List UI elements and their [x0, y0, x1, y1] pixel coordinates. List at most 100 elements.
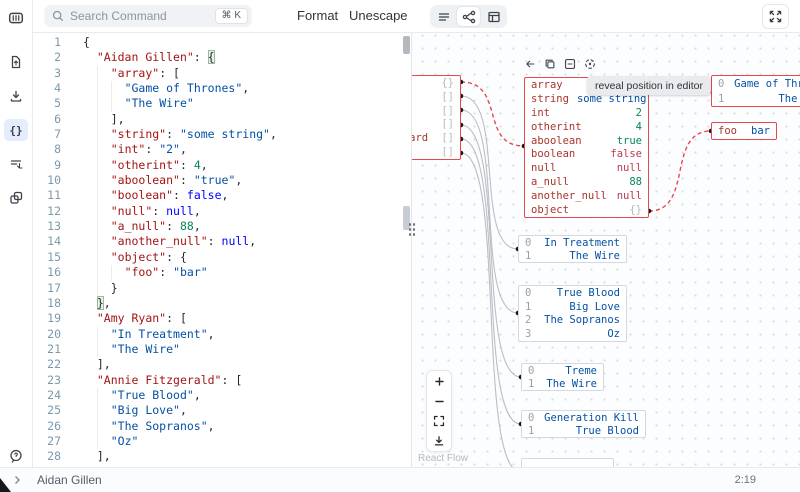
code-line: 28 ], — [33, 449, 411, 464]
app-logo-icon — [4, 7, 28, 29]
code-line: 12 "null": null, — [33, 204, 411, 219]
download-image-button[interactable] — [427, 431, 451, 451]
line-number: 3 — [33, 66, 67, 81]
line-number: 1 — [33, 35, 67, 50]
left-sidebar: {} — [0, 0, 33, 467]
graph-node-row: Alice Farmer[] — [412, 145, 460, 159]
line-number: 20 — [33, 327, 67, 342]
line-number: 11 — [33, 188, 67, 203]
code-line: 4 "Game of Thrones", — [33, 81, 411, 96]
line-number: 5 — [33, 96, 67, 111]
node-tooltip: reveal position in editor — [587, 76, 711, 95]
cursor-position: 2:19 — [735, 474, 756, 486]
zoom-out-button[interactable] — [427, 391, 451, 411]
breadcrumb-chevron-icon[interactable] — [12, 475, 22, 485]
line-number: 26 — [33, 419, 67, 434]
line-number: 12 — [33, 204, 67, 219]
line-number: 13 — [33, 219, 67, 234]
code-line: 20 "In Treatment", — [33, 327, 411, 342]
graph-node-anwan-glover[interactable]: 0Treme1The Wire — [521, 363, 604, 391]
graph-node-row: Aidan Gillen{} — [412, 76, 460, 90]
status-bar: Aidan Gillen 2:19 — [0, 467, 800, 492]
focus-icon[interactable] — [584, 58, 596, 70]
zoom-in-button[interactable] — [427, 371, 451, 391]
code-line: 8 "int": "2", — [33, 142, 411, 157]
line-number: 19 — [33, 311, 67, 326]
graph-node-row: nullnull — [525, 161, 648, 175]
transform-icon[interactable] — [4, 153, 28, 175]
table-view-tab[interactable] — [482, 7, 505, 26]
graph-node-aidan-array[interactable]: 0Game of Thrones1The Wire — [711, 75, 800, 107]
graph-node-alexander-skarsgard[interactable]: 0Generation Kill1True Blood — [521, 410, 646, 438]
graph-node-annie-fitzgerald[interactable]: 0True Blood1Big Love2The Sopranos3Oz — [518, 285, 627, 342]
duplicate-icon[interactable] — [544, 58, 556, 70]
graph-node-row: 1The Wire — [522, 377, 603, 390]
code-line: 9 "otherint": 4, — [33, 158, 411, 173]
line-number: 16 — [33, 265, 67, 280]
json-editor-icon[interactable]: {} — [4, 119, 28, 141]
mouse-cursor-artifact — [0, 478, 11, 492]
graph-node-row: 3Oz — [519, 327, 626, 341]
graph-node-aidan-object[interactable]: foobar — [711, 122, 777, 140]
line-number: 25 — [33, 403, 67, 418]
code-line: 27 "Oz" — [33, 434, 411, 449]
graph-node-row: foobar — [712, 123, 776, 139]
fullscreen-button[interactable] — [762, 4, 789, 29]
line-number: 24 — [33, 388, 67, 403]
graph-node-row: Alexander Skarsgard[] — [412, 131, 460, 145]
code-line: 10 "aboolean": "true", — [33, 173, 411, 188]
line-number: 28 — [33, 449, 67, 464]
breadcrumb[interactable]: Aidan Gillen — [37, 473, 102, 487]
search-command-bar[interactable]: ⌘ K — [44, 5, 252, 27]
graph-node-row: a_null88 — [525, 175, 648, 189]
code-line: 14 "another_null": null, — [33, 234, 411, 249]
import-file-icon[interactable] — [4, 51, 28, 73]
graph-node-row: Annie Fitzgerald[] — [412, 104, 460, 118]
list-view-tab[interactable] — [432, 7, 455, 26]
code-line: 1{ — [33, 35, 411, 50]
line-number: 18 — [33, 296, 67, 311]
search-input[interactable] — [64, 9, 215, 23]
line-number: 8 — [33, 142, 67, 157]
graph-node-row: 1The Wire — [519, 249, 626, 262]
node-overview-icon[interactable] — [4, 187, 28, 209]
help-icon[interactable] — [4, 445, 28, 467]
collapse-icon[interactable] — [564, 58, 576, 70]
graph-node-row: 1The Wire — [712, 91, 800, 106]
line-number: 23 — [33, 373, 67, 388]
graph-node-alice-farmer[interactable]: 0The Corner — [521, 458, 614, 467]
code-line: 18 }, — [33, 296, 411, 311]
top-toolbar: ⌘ K Format Unescape — [33, 0, 800, 33]
search-icon — [52, 10, 64, 22]
graph-pane[interactable]: Aidan Gillen{}Amy Ryan[]Annie Fitzgerald… — [412, 33, 800, 467]
download-icon[interactable] — [4, 85, 28, 107]
format-button[interactable]: Format — [297, 8, 338, 23]
code-line: 5 "The Wire" — [33, 96, 411, 111]
graph-node-row: abooleantrue — [525, 134, 648, 148]
code-line: 22 ], — [33, 357, 411, 372]
graph-node-row: 1True Blood — [522, 424, 645, 437]
node-toolbar — [524, 58, 596, 70]
graph-node-root[interactable]: Aidan Gillen{}Amy Ryan[]Annie Fitzgerald… — [412, 75, 461, 160]
graph-node-row: 0True Blood — [519, 286, 626, 300]
unescape-button[interactable]: Unescape — [349, 8, 408, 23]
search-shortcut-badge: ⌘ K — [215, 8, 248, 24]
graph-node-row: 1Big Love — [519, 300, 626, 314]
editor-scrollbar-thumb[interactable] — [403, 36, 410, 54]
graph-node-row: another_nullnull — [525, 189, 648, 203]
graph-node-row: Anwan Glover[] — [412, 117, 460, 131]
line-number: 17 — [33, 281, 67, 296]
graph-view-tab[interactable] — [457, 7, 480, 26]
code-line: 23 "Annie Fitzgerald": [ — [33, 373, 411, 388]
line-number: 2 — [33, 50, 67, 65]
graph-node-amy-ryan[interactable]: 0In Treatment1The Wire — [518, 235, 627, 263]
code-line: 25 "Big Love", — [33, 403, 411, 418]
fit-view-button[interactable] — [427, 411, 451, 431]
graph-zoom-controls — [426, 370, 452, 452]
back-arrow-icon[interactable] — [524, 58, 536, 70]
code-area[interactable]: 1{2 "Aidan Gillen": {3 "array": [4 "Game… — [33, 33, 411, 467]
pane-resize-handle[interactable] — [408, 222, 416, 236]
reactflow-attribution: React Flow — [418, 453, 468, 464]
graph-node-row: booleanfalse — [525, 148, 648, 162]
graph-node-aidan-gillen[interactable]: array[]stringsome stringint2otherint4abo… — [524, 77, 649, 218]
